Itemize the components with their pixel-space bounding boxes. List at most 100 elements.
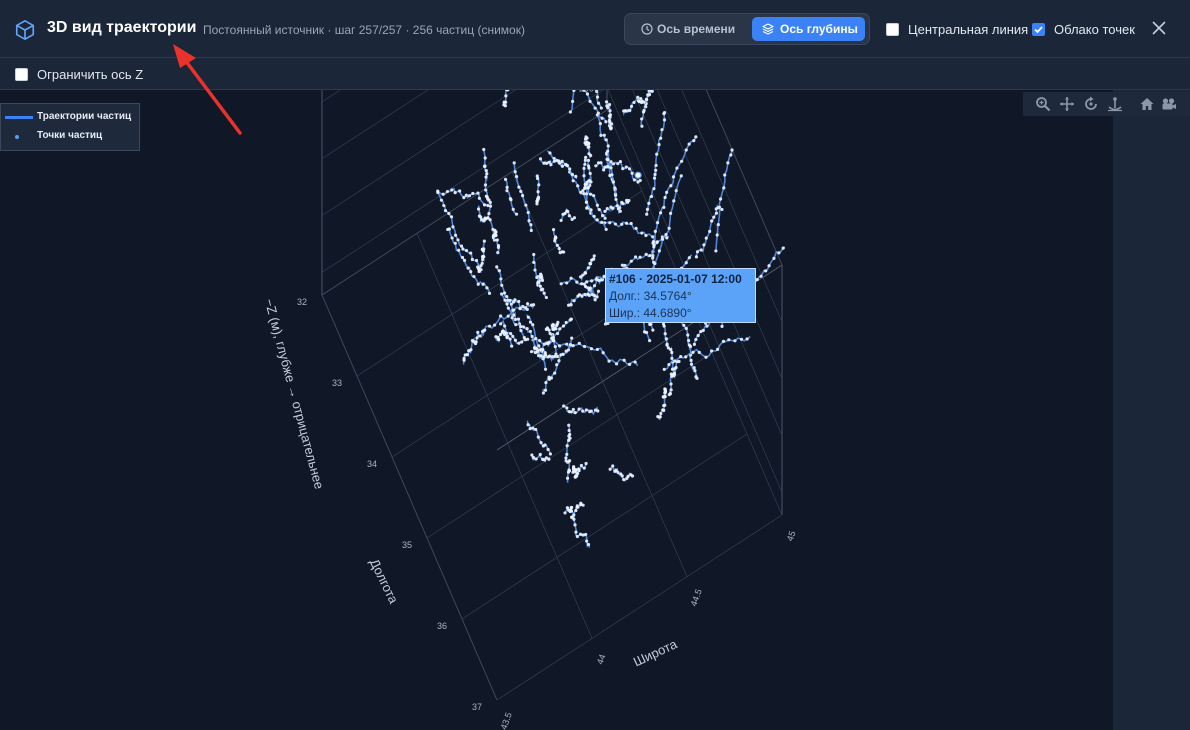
camera-icon[interactable] <box>1161 96 1177 112</box>
trajectory-point <box>620 474 624 478</box>
legend-item-points[interactable]: Точки частиц <box>37 130 102 141</box>
trajectory-point <box>581 409 585 413</box>
trajectory-point <box>692 342 696 346</box>
trajectory-point <box>466 266 470 270</box>
centerline-checkbox[interactable] <box>886 23 899 36</box>
trajectory-point <box>533 268 537 272</box>
trajectory-point <box>582 166 586 171</box>
hovered-point <box>634 171 642 179</box>
trajectory-point <box>529 223 533 227</box>
trajectory-point <box>529 228 533 233</box>
trajectory-point <box>526 210 530 215</box>
limit-z-checkbox[interactable] <box>15 68 28 81</box>
pan-icon[interactable] <box>1059 96 1075 112</box>
trajectory-point <box>510 344 514 348</box>
tab-depth-axis[interactable]: Ось глубины <box>752 17 865 41</box>
trajectory-point <box>534 457 538 461</box>
trajectory-point <box>584 200 589 204</box>
trajectory-point <box>543 388 548 392</box>
trajectory-point <box>572 513 576 517</box>
trajectory-point <box>531 426 535 430</box>
trajectory-point <box>667 363 671 367</box>
trajectory-point <box>575 280 579 284</box>
trajectory-point <box>658 211 663 215</box>
trajectory-point <box>614 197 618 202</box>
trajectory-point <box>506 314 510 318</box>
trajectory-point <box>568 342 573 347</box>
trajectory-point <box>513 338 518 342</box>
trajectory-point <box>482 203 487 207</box>
home-icon[interactable] <box>1139 96 1155 112</box>
trajectory-point <box>624 198 629 203</box>
trajectory-point <box>504 331 509 335</box>
trajectory-point <box>602 133 606 137</box>
trajectory-point <box>664 233 668 237</box>
trajectory-point <box>645 212 649 216</box>
trajectory-point <box>464 248 469 253</box>
trajectory-point <box>661 408 665 412</box>
trajectory-point <box>538 157 543 161</box>
trajectory-point <box>551 323 555 327</box>
trajectory-point <box>517 341 521 345</box>
trajectory-point <box>520 340 524 344</box>
trajectory-point <box>684 261 688 265</box>
trajectory-point <box>664 337 668 341</box>
trajectory-point <box>573 523 577 527</box>
trajectory-point <box>565 476 570 480</box>
trajectory-point <box>528 320 533 324</box>
trajectory-point <box>566 470 571 474</box>
tab-time-axis[interactable]: Ось времени <box>631 17 747 41</box>
trajectory-point <box>660 128 664 132</box>
trajectory-3d-chart[interactable]: 0−500−1000−1500−200032333435363743.54444… <box>0 90 1113 730</box>
trajectory-point <box>479 264 483 268</box>
pointcloud-checkbox[interactable] <box>1032 23 1045 36</box>
z-tick-label: −2000 <box>574 90 599 93</box>
trajectory-point <box>603 165 607 169</box>
trajectory-point <box>514 174 519 179</box>
trajectory-point <box>604 100 609 104</box>
trajectory-point <box>629 259 633 263</box>
trajectory-point <box>669 347 673 352</box>
trajectory-point <box>630 474 635 478</box>
chart-legend: Траектории частиц Точки частиц <box>0 103 140 151</box>
trajectory-point <box>576 467 581 471</box>
trajectory-point <box>662 111 667 115</box>
trajectory-point <box>596 289 601 293</box>
trajectory-point <box>526 315 530 319</box>
legend-item-trajectories[interactable]: Траектории частиц <box>37 111 131 122</box>
turntable-icon[interactable] <box>1107 96 1123 112</box>
orbit-icon[interactable] <box>1083 96 1099 112</box>
trajectory-point <box>684 355 688 359</box>
zoom-icon[interactable] <box>1035 96 1051 112</box>
trajectory-point <box>522 325 526 329</box>
trajectory-point <box>484 175 488 179</box>
trajectory-point <box>458 189 462 193</box>
trajectory-point <box>589 347 594 351</box>
trajectory-point <box>622 478 626 482</box>
trajectory-point <box>601 351 605 355</box>
trajectory-point <box>726 161 730 165</box>
trajectory-point <box>575 534 579 539</box>
trajectory-point <box>662 118 667 122</box>
trajectory-point <box>647 93 652 97</box>
trajectory-point <box>674 366 678 370</box>
legend-marker-swatch <box>15 135 19 139</box>
trajectory-point <box>557 359 561 363</box>
x-tick-label: 34 <box>367 459 377 469</box>
close-icon[interactable] <box>1151 20 1167 36</box>
trajectory-point <box>687 256 691 260</box>
trajectory-point <box>570 505 574 510</box>
trajectory-point <box>557 161 562 165</box>
trajectory-point <box>464 193 468 197</box>
x-tick-label: 32 <box>297 297 307 307</box>
trajectory-point <box>712 215 716 219</box>
trajectory-point <box>583 162 587 166</box>
trajectory-point <box>571 407 575 412</box>
trajectory-point <box>604 120 608 124</box>
trajectory-point <box>556 354 560 359</box>
trajectory-point <box>576 184 580 188</box>
trajectory-point <box>584 532 588 537</box>
trajectory-point <box>640 117 644 121</box>
trajectory-point <box>684 148 688 152</box>
trajectory-point <box>442 203 446 208</box>
